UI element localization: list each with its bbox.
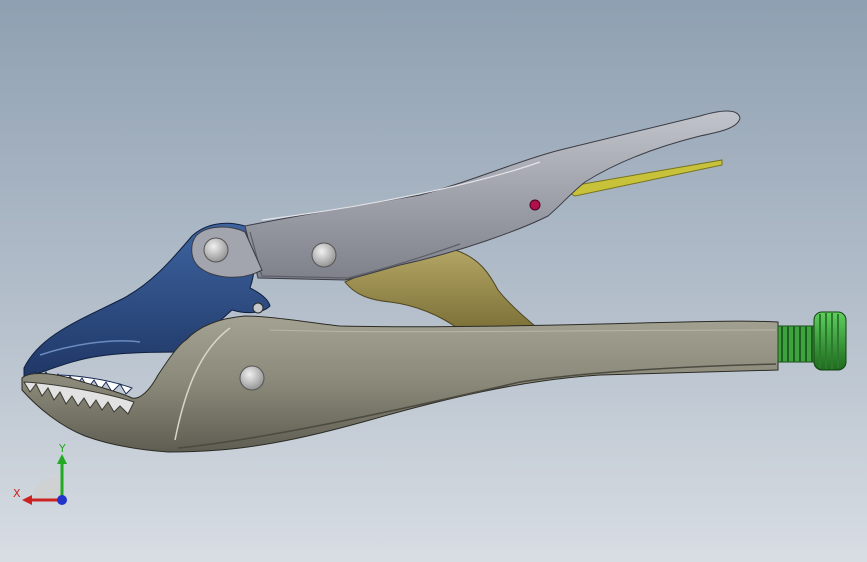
triad-x-label: X [13, 487, 21, 500]
triad-y-label: Y [58, 442, 66, 455]
triad-z-axis-icon [57, 495, 67, 505]
spring-pin [529, 199, 541, 211]
coordinate-triad: Y X [13, 442, 67, 505]
pivot-rivet-lower[interactable] [239, 365, 265, 391]
triad-x-arrow-icon [22, 495, 32, 505]
pliers-model[interactable] [0, 0, 867, 562]
triad-plane [32, 476, 62, 500]
jaw-hole [252, 302, 264, 314]
pivot-rivet-upper[interactable] [203, 237, 229, 263]
triad-y-arrow-icon [57, 454, 67, 464]
graphics-viewport[interactable]: Y X [0, 0, 867, 562]
pivot-rivet-handle[interactable] [311, 242, 337, 268]
adjust-screw[interactable] [777, 311, 847, 371]
